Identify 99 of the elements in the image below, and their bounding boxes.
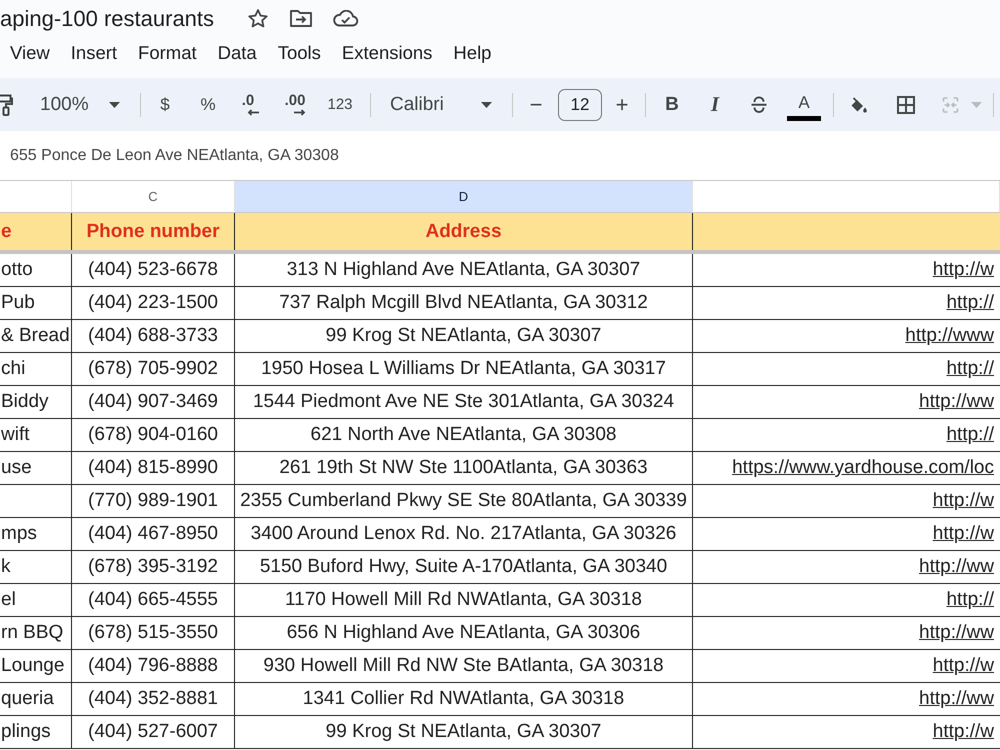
right-arrow-icon	[294, 109, 306, 116]
table-cell: (770) 989-1901	[72, 485, 235, 518]
link[interactable]: http://	[946, 424, 994, 446]
link[interactable]: http://ww	[919, 688, 994, 710]
caret-icon	[109, 102, 120, 108]
column-title: e	[0, 213, 72, 250]
link[interactable]: http://w	[932, 259, 994, 281]
paint-roller-icon[interactable]	[0, 94, 13, 116]
link[interactable]: http://www	[905, 325, 994, 347]
table-cell: (678) 395-3192	[72, 551, 235, 584]
menu-item[interactable]: Tools	[278, 42, 321, 64]
cloud-check-icon[interactable]	[332, 10, 360, 27]
table-cell: 1341 Collier Rd NWAtlanta, GA 30318	[235, 683, 693, 716]
table-cell: Pub	[0, 287, 72, 320]
table-cell: (404) 467-8950	[72, 518, 235, 551]
zoom-dropdown[interactable]: 100%	[30, 88, 126, 120]
table-cell: Biddy	[0, 386, 72, 419]
menu-item[interactable]: Insert	[70, 42, 118, 64]
text-color-button[interactable]: A	[786, 88, 822, 122]
folder-arrow-icon[interactable]	[290, 10, 312, 27]
table-cell: wift	[0, 419, 72, 452]
table-cell: 1950 Hosea L Williams Dr NEAtlanta, GA 30317	[235, 353, 693, 386]
swatch-icon	[787, 116, 821, 120]
table-cell: el	[0, 584, 72, 617]
table-cell: 737 Ralph Mcgill Blvd NEAtlanta, GA 30312	[235, 287, 693, 320]
table-cell: (404) 796-8888	[72, 650, 235, 683]
link[interactable]: http://w	[932, 490, 994, 512]
menu-item[interactable]: Data	[218, 42, 257, 64]
table-cell: use	[0, 452, 72, 485]
table-cell: (404) 527-6007	[72, 716, 235, 749]
table-cell: Lounge	[0, 650, 72, 683]
star-icon[interactable]	[248, 9, 268, 28]
caret-icon	[481, 102, 492, 108]
table-cell: queria	[0, 683, 72, 716]
menu-item[interactable]: Format	[138, 42, 197, 64]
link[interactable]: http://ww	[919, 391, 994, 413]
left-arrow-icon	[247, 109, 259, 116]
table-cell: 5150 Buford Hwy, Suite A-170Atlanta, GA 30340	[235, 551, 693, 584]
table-cell: & Bread	[0, 320, 72, 353]
table-cell: 621 North Ave NEAtlanta, GA 30308	[235, 419, 693, 452]
table-cell: 1170 Howell Mill Rd NWAtlanta, GA 30318	[235, 584, 693, 617]
currency-button[interactable]: $	[150, 88, 180, 120]
table-cell: (404) 223-1500	[72, 287, 235, 320]
menu-item[interactable]: Help	[453, 42, 492, 64]
formula-input[interactable]: 655 Ponce De Leon Ave NEAtlanta, GA 30308	[10, 144, 390, 166]
table-cell: (404) 688-3733	[72, 320, 235, 353]
table-cell: 99 Krog St NEAtlanta, GA 30307	[235, 320, 693, 353]
menu-item[interactable]: View	[10, 42, 50, 64]
decrease-font-size-button[interactable]: −	[521, 88, 551, 120]
menu-item[interactable]: Extensions	[342, 42, 432, 64]
table-cell: (404) 907-3469	[72, 386, 235, 419]
link[interactable]: http://	[946, 358, 994, 380]
column-title: Phone number	[72, 213, 235, 250]
table-cell: 261 19th St NW Ste 1100Atlanta, GA 30363	[235, 452, 693, 485]
table-cell: k	[0, 551, 72, 584]
table-cell: 1544 Piedmont Ave NE Ste 301Atlanta, GA 30324	[235, 386, 693, 419]
column-header[interactable]: D	[235, 181, 693, 213]
table-cell: mps	[0, 518, 72, 551]
table-cell: (678) 515-3550	[72, 617, 235, 650]
table-cell: 99 Krog St NEAtlanta, GA 30307	[235, 716, 693, 749]
increase-font-size-button[interactable]: +	[607, 88, 637, 120]
number-format-button[interactable]: 123	[323, 88, 357, 120]
font-dropdown[interactable]: Calibri	[380, 88, 500, 120]
decrease-decimals-button[interactable]: .0	[230, 88, 266, 120]
paint-bucket-icon[interactable]	[850, 96, 867, 112]
table-cell: rn BBQ	[0, 617, 72, 650]
table-cell: otto	[0, 254, 72, 287]
increase-decimals-button[interactable]: .00	[277, 88, 313, 120]
strikethrough-icon[interactable]	[751, 96, 767, 113]
link[interactable]: http://w	[932, 655, 994, 677]
column-title: Address	[235, 213, 693, 250]
link[interactable]: https://www.yardhouse.com/loc	[732, 457, 994, 479]
link[interactable]: http://ww	[919, 622, 994, 644]
percent-button[interactable]: %	[193, 88, 223, 120]
table-cell: 2355 Cumberland Pkwy SE Ste 80Atlanta, GA 30339	[235, 485, 693, 518]
table-cell: 656 N Highland Ave NEAtlanta, GA 30306	[235, 617, 693, 650]
table-cell: plings	[0, 716, 72, 749]
link[interactable]: http://	[946, 292, 994, 314]
table-cell: (404) 815-8990	[72, 452, 235, 485]
table-cell	[0, 485, 72, 518]
table-cell: (404) 352-8881	[72, 683, 235, 716]
link[interactable]: http://w	[932, 721, 994, 743]
table-cell: (678) 904-0160	[72, 419, 235, 452]
table-cell: 313 N Highland Ave NEAtlanta, GA 30307	[235, 254, 693, 287]
table-cell: 3400 Around Lenox Rd. No. 217Atlanta, GA 30326	[235, 518, 693, 551]
table-cell: (404) 523-6678	[72, 254, 235, 287]
table-cell: (678) 705-9902	[72, 353, 235, 386]
table-cell: 930 Howell Mill Rd NW Ste BAtlanta, GA 30318	[235, 650, 693, 683]
bold-button[interactable]: B	[657, 88, 687, 120]
table-cell: (404) 665-4555	[72, 584, 235, 617]
italic-button[interactable]: I	[700, 88, 730, 120]
link[interactable]: http://ww	[919, 556, 994, 578]
table-cell: chi	[0, 353, 72, 386]
link[interactable]: http://w	[932, 523, 994, 545]
link[interactable]: http://	[946, 589, 994, 611]
grid-icon[interactable]	[897, 96, 915, 114]
column-header[interactable]: C	[72, 181, 235, 213]
font-size-field[interactable]: 12	[558, 88, 602, 120]
document-title: aping-100 restaurants	[0, 6, 214, 32]
